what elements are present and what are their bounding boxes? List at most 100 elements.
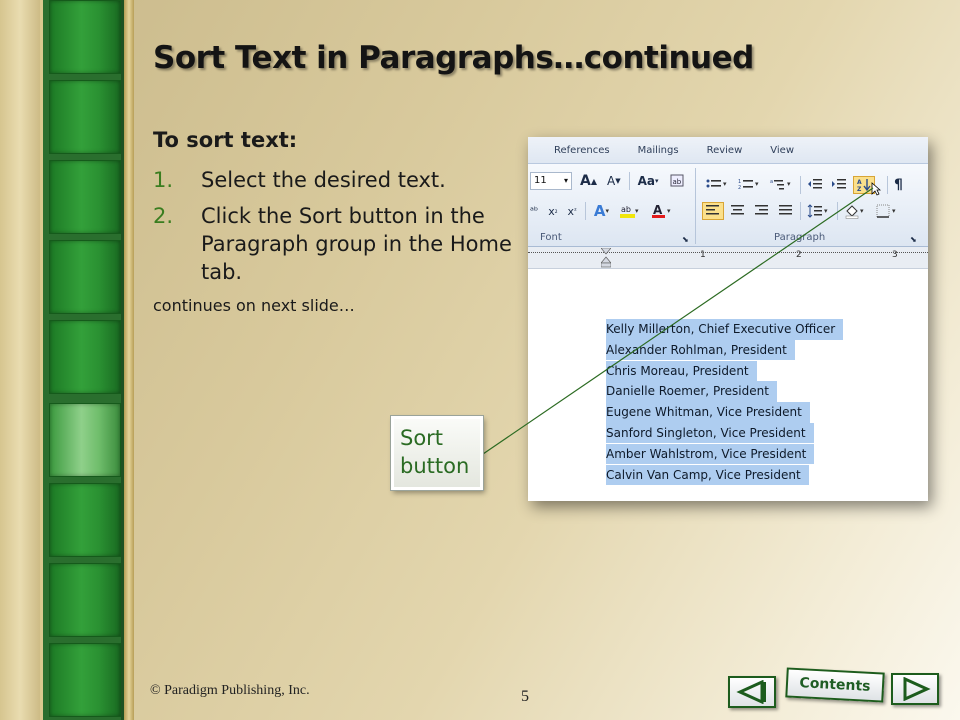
- step-number: 2.: [153, 204, 174, 228]
- font-row-2: ᵃᵇ x₂ x² A ▾ ab ▾ A ▾: [528, 202, 675, 220]
- svg-text:a: a: [770, 179, 773, 185]
- justify-icon[interactable]: [776, 202, 796, 220]
- decrease-indent-icon[interactable]: [805, 176, 825, 194]
- slide-body: To sort text: 1. Select the desired text…: [153, 128, 513, 315]
- green-tile: [49, 80, 121, 154]
- svg-text:▾: ▾: [892, 207, 896, 215]
- strikethrough-icon[interactable]: ᵃᵇ: [528, 202, 540, 220]
- svg-text:Z: Z: [857, 186, 862, 193]
- svg-text:▾: ▾: [860, 207, 864, 215]
- multilevel-list-icon[interactable]: a ▾: [768, 176, 796, 194]
- ribbon: 11 ▾ A ▲ A ▼ Aa ▾ ab ᵃᵇ x₂ x² A ▾ ab ▾ A ▾ Font…: [528, 163, 928, 247]
- step-item: 1. Select the desired text.: [153, 166, 513, 194]
- svg-text:▾: ▾: [667, 207, 671, 215]
- gold-divider-strip: [124, 0, 134, 720]
- arrow-left-icon: [736, 680, 766, 704]
- svg-text:2: 2: [738, 185, 741, 191]
- selected-text-list[interactable]: Kelly Millerton, Chief Executive Officer…: [606, 319, 844, 486]
- intro-heading: To sort text:: [153, 128, 298, 152]
- shading-icon[interactable]: ▾: [842, 202, 870, 220]
- previous-slide-button[interactable]: [728, 676, 776, 708]
- contents-button[interactable]: Contents: [785, 667, 885, 703]
- svg-text:▾: ▾: [755, 180, 759, 188]
- show-hide-icon[interactable]: ¶: [892, 176, 905, 194]
- green-tile: [49, 160, 121, 234]
- ruler-number: 3: [892, 250, 898, 260]
- steps-list: 1. Select the desired text. 2. Click the…: [153, 166, 513, 286]
- align-left-icon[interactable]: [702, 202, 724, 220]
- green-tile-column: [40, 0, 124, 720]
- cursor-pointer-icon: [869, 180, 883, 198]
- slide-title: Sort Text in Paragraphs…continued: [153, 40, 754, 76]
- superscript-icon[interactable]: x²: [566, 202, 579, 220]
- text-effects-icon[interactable]: A ▾: [592, 202, 611, 220]
- sort-button-callout: Sort button: [390, 415, 484, 491]
- green-tile: [49, 483, 121, 557]
- document-body[interactable]: Kelly Millerton, Chief Executive Officer…: [528, 269, 928, 499]
- horizontal-ruler[interactable]: 1 2 3: [528, 247, 928, 269]
- center-icon[interactable]: [728, 202, 748, 220]
- shrink-font-icon[interactable]: A ▼: [605, 172, 623, 190]
- list-item[interactable]: Calvin Van Camp, Vice President: [606, 464, 809, 486]
- align-right-icon[interactable]: [752, 202, 772, 220]
- svg-text:A: A: [857, 179, 862, 186]
- green-tile: [49, 320, 121, 394]
- ribbon-tabs: References Mailings Review View: [528, 137, 928, 163]
- continues-note: continues on next slide…: [153, 296, 355, 315]
- left-decor-strip: [0, 0, 40, 720]
- tab-references[interactable]: References: [554, 145, 610, 156]
- list-item[interactable]: Amber Wahlstrom, Vice President: [606, 443, 815, 465]
- font-size-field[interactable]: 11 ▾: [530, 172, 572, 190]
- green-tile: [49, 563, 121, 637]
- bullets-icon[interactable]: ▾: [704, 176, 732, 194]
- step-text: Click the Sort button in the Paragraph g…: [201, 204, 512, 284]
- step-item: 2. Click the Sort button in the Paragrap…: [153, 202, 513, 286]
- line-spacing-icon[interactable]: ▾: [805, 202, 833, 220]
- svg-text:▾: ▾: [723, 180, 727, 188]
- svg-text:▾: ▾: [824, 207, 828, 215]
- clear-formatting-icon[interactable]: ab: [667, 172, 687, 190]
- step-text: Select the desired text.: [201, 168, 446, 192]
- paragraph-row-1: ▾ 1 2 ▾ a ▾ AZ ¶: [704, 172, 905, 198]
- tab-review[interactable]: Review: [707, 145, 743, 156]
- svg-text:▾: ▾: [787, 180, 791, 188]
- page-number: 5: [521, 688, 529, 705]
- word-screenshot: References Mailings Review View 11 ▾ A ▲ A…: [528, 137, 928, 501]
- indent-marker-icon[interactable]: [601, 248, 611, 268]
- dialog-launcher-icon[interactable]: ⬊: [680, 230, 691, 248]
- green-tile: [49, 643, 121, 717]
- font-color-icon[interactable]: A ▾: [649, 202, 675, 220]
- arrow-right-icon: [903, 677, 931, 701]
- green-tile: [49, 240, 121, 314]
- list-item[interactable]: Danielle Roemer, President: [606, 381, 777, 402]
- svg-text:A: A: [653, 203, 663, 217]
- grow-font-icon[interactable]: A ▲: [578, 172, 599, 190]
- list-item[interactable]: Alexander Rohlman, President: [606, 339, 795, 361]
- highlight-color-icon[interactable]: ab ▾: [617, 202, 643, 220]
- dialog-launcher-icon[interactable]: ⬊: [908, 230, 919, 248]
- increase-indent-icon[interactable]: [829, 176, 849, 194]
- next-slide-button[interactable]: [891, 673, 939, 705]
- borders-icon[interactable]: ▾: [874, 202, 902, 220]
- ruler-number: 2: [796, 250, 802, 260]
- paragraph-row-2: ▾ ▾ ▾: [702, 202, 902, 220]
- copyright-text: © Paradigm Publishing, Inc.: [150, 683, 310, 698]
- list-item[interactable]: Eugene Whitman, Vice President: [606, 402, 810, 423]
- green-tile: [49, 0, 121, 74]
- list-item[interactable]: Kelly Millerton, Chief Executive Officer: [606, 319, 844, 340]
- font-group-label: Font: [540, 232, 562, 243]
- tab-view[interactable]: View: [770, 145, 794, 156]
- step-number: 1.: [153, 168, 174, 192]
- change-case-icon[interactable]: Aa ▾: [636, 172, 661, 190]
- numbering-icon[interactable]: 1 2 ▾: [736, 176, 764, 194]
- svg-text:▾: ▾: [635, 207, 639, 215]
- svg-text:ab: ab: [672, 178, 681, 186]
- list-item[interactable]: Sanford Singleton, Vice President: [606, 422, 814, 444]
- tab-mailings[interactable]: Mailings: [638, 145, 679, 156]
- ruler-number: 1: [700, 250, 706, 260]
- green-tile-highlight: [49, 403, 121, 477]
- subscript-icon[interactable]: x₂: [546, 202, 559, 220]
- svg-text:ab: ab: [621, 205, 631, 214]
- font-row-1: 11 ▾ A ▲ A ▼ Aa ▾ ab: [530, 172, 687, 190]
- list-item[interactable]: Chris Moreau, President: [606, 360, 757, 382]
